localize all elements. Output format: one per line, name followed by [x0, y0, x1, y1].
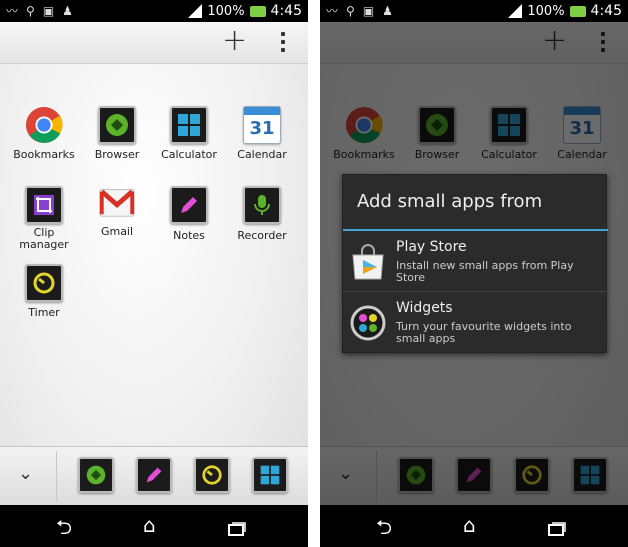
left-screen: 〰 ⚲ ▣ ♟ 100% 4:45 + Bookmarks Browser Ca…: [0, 0, 308, 547]
battery-icon: [569, 5, 586, 17]
microphone-icon: [243, 186, 281, 224]
status-time: 4:45: [590, 3, 622, 19]
recent-apps-icon[interactable]: [228, 517, 246, 541]
app-label: Notes: [173, 229, 205, 242]
app-browser[interactable]: Browser: [81, 106, 153, 161]
gmail-icon: [98, 182, 136, 220]
option-subtitle: Turn your favourite widgets into small a…: [396, 320, 572, 345]
usb-icon: ⚲: [346, 4, 355, 18]
app-clip-manager[interactable]: Clip manager: [8, 186, 80, 251]
option-title: Play Store: [396, 239, 467, 255]
signal-icon: [188, 4, 203, 18]
walkman-icon: 〰: [326, 4, 339, 18]
add-icon[interactable]: +: [222, 26, 247, 56]
app-bookmarks[interactable]: Bookmarks: [8, 106, 80, 161]
back-icon[interactable]: ⮌: [56, 513, 72, 547]
calculator-icon: [170, 106, 208, 144]
option-play-store[interactable]: Play Store Install new small apps from P…: [343, 233, 608, 293]
clip-manager-icon: [25, 186, 63, 224]
app-label: Calendar: [237, 148, 287, 161]
app-recorder[interactable]: Recorder: [226, 186, 298, 242]
play-store-icon: [349, 243, 387, 281]
battery-percent: 100%: [527, 3, 565, 19]
notification-icon: ▣: [362, 4, 375, 18]
home-icon[interactable]: ⌂: [143, 513, 156, 537]
option-widgets[interactable]: Widgets Turn your favourite widgets into…: [343, 294, 608, 354]
dock-divider: [56, 451, 57, 501]
navigation-bar: ⮌ ⌂: [0, 505, 308, 547]
dock-notes-icon[interactable]: [136, 457, 172, 493]
back-icon[interactable]: ⮌: [376, 513, 392, 547]
recent-apps-icon[interactable]: [548, 517, 566, 541]
app-label: Bookmarks: [13, 148, 75, 161]
dock-browser-icon[interactable]: [78, 457, 114, 493]
app-calculator[interactable]: Calculator: [153, 106, 225, 161]
usb-icon: ⚲: [26, 4, 35, 18]
status-bar: 〰 ⚲ ▣ ♟ 100% 4:45: [0, 0, 308, 22]
app-label: Recorder: [237, 229, 287, 242]
dialog-title: Add small apps from: [357, 191, 543, 212]
android-icon: ♟: [382, 4, 393, 18]
battery-icon: [249, 5, 266, 17]
small-apps-screen: + Bookmarks Browser Calculator 31 Calend…: [0, 22, 308, 505]
app-label: Browser: [94, 148, 140, 161]
notes-icon: [170, 186, 208, 224]
option-divider: [343, 291, 608, 292]
add-small-apps-dialog: Add small apps from Play Store Install n…: [342, 174, 608, 354]
calendar-icon: 31: [243, 106, 281, 144]
dialog-title-divider: [343, 229, 608, 231]
app-label: Timer: [28, 306, 60, 319]
browser-icon: [98, 106, 136, 144]
option-title: Widgets: [396, 300, 453, 316]
dock: ⌄: [0, 446, 308, 505]
navigation-bar: ⮌ ⌂: [320, 505, 628, 547]
chrome-icon: [25, 106, 63, 144]
app-calendar[interactable]: 31 Calendar: [226, 106, 298, 161]
chevron-down-icon[interactable]: ⌄: [18, 463, 33, 484]
app-label: Gmail: [100, 225, 134, 238]
option-subtitle: Install new small apps from Play Store: [396, 259, 574, 284]
action-bar: +: [0, 22, 308, 64]
dock-calculator-icon[interactable]: [252, 457, 288, 493]
app-label: Calculator: [161, 148, 217, 161]
app-gmail[interactable]: Gmail: [81, 182, 153, 238]
status-time: 4:45: [270, 3, 302, 19]
calendar-date: 31: [249, 117, 275, 139]
widgets-icon: [349, 304, 387, 342]
overflow-menu-icon[interactable]: [281, 32, 285, 52]
android-icon: ♟: [62, 4, 73, 18]
status-bar: 〰 ⚲ ▣ ♟ 100% 4:45: [320, 0, 628, 22]
home-icon[interactable]: ⌂: [463, 513, 476, 537]
timer-icon: [25, 264, 63, 302]
right-screen: 〰 ⚲ ▣ ♟ 100% 4:45 + Bookmarks Browser: [320, 0, 628, 547]
app-label: Clip manager: [19, 226, 69, 251]
battery-percent: 100%: [207, 3, 245, 19]
signal-icon: [508, 4, 523, 18]
app-notes[interactable]: Notes: [153, 186, 225, 242]
dock-timer-icon[interactable]: [194, 457, 230, 493]
notification-icon: ▣: [42, 4, 55, 18]
walkman-icon: 〰: [6, 4, 19, 18]
app-timer[interactable]: Timer: [8, 264, 80, 319]
